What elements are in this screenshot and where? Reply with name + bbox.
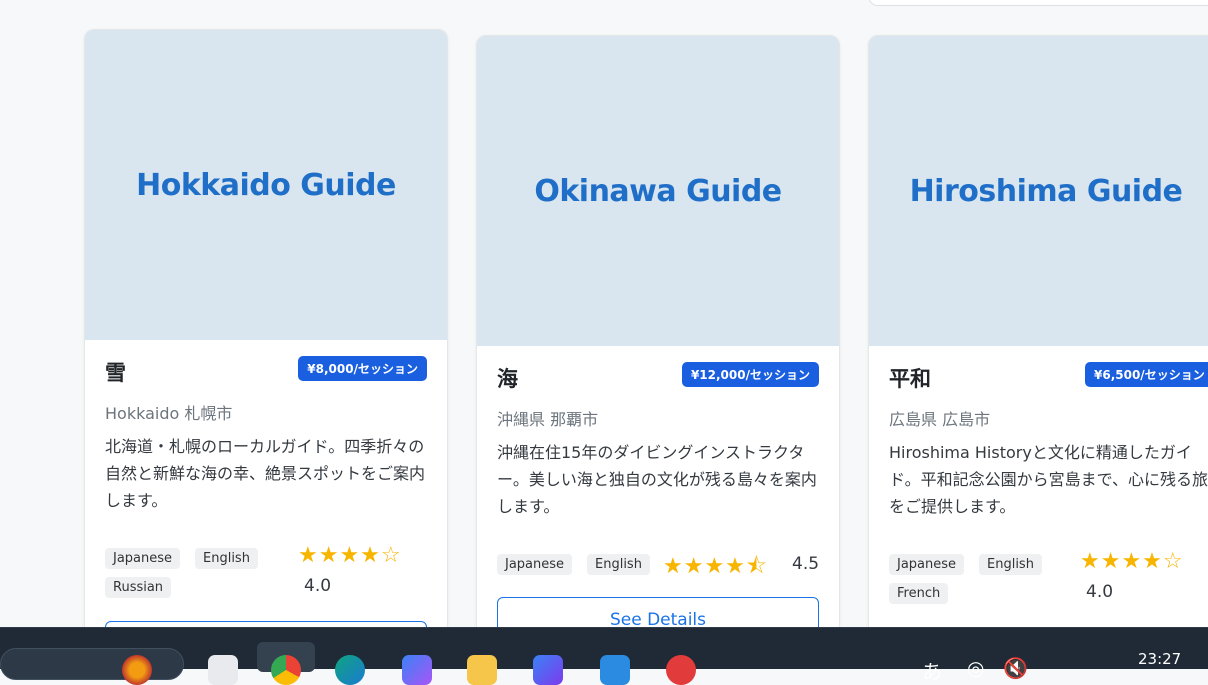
- task-view-icon[interactable]: [208, 655, 238, 685]
- teams-icon[interactable]: [533, 655, 563, 685]
- card-image-title: Hokkaido Guide: [136, 167, 396, 203]
- widget-sun-icon[interactable]: [122, 655, 152, 685]
- rating-value: 4.0: [1086, 582, 1114, 602]
- card-image: Hiroshima Guide: [869, 36, 1208, 346]
- ime-indicator[interactable]: あ: [922, 656, 942, 685]
- price-badge: ¥12,000/セッション: [681, 362, 819, 387]
- rating-value: 4.0: [304, 576, 332, 596]
- guide-location: Hokkaido 札幌市: [105, 404, 233, 423]
- taskbar-search-box[interactable]: [0, 648, 184, 680]
- edge-icon[interactable]: [335, 655, 365, 685]
- language-tag: Russian: [105, 577, 172, 598]
- star-rating-icon: ★★★★☆: [1080, 549, 1184, 574]
- app-red-icon[interactable]: [666, 655, 696, 685]
- card-image-title: Hiroshima Guide: [909, 173, 1183, 209]
- file-explorer-icon[interactable]: [467, 655, 497, 685]
- language-tag: Japanese: [105, 548, 181, 569]
- copilot-icon[interactable]: [402, 655, 432, 685]
- rating-value: 4.5: [792, 554, 820, 574]
- card-image: Okinawa Guide: [477, 36, 839, 346]
- guide-title: 雪: [105, 361, 126, 385]
- card-image: Hokkaido Guide: [85, 30, 447, 340]
- guide-description: Hiroshima Historyと文化に精通したガイド。平和記念公園から宮島ま…: [889, 443, 1208, 516]
- language-tag: English: [587, 554, 650, 575]
- card-image-title: Okinawa Guide: [534, 173, 782, 209]
- chrome-icon[interactable]: [271, 655, 301, 685]
- language-tag: Japanese: [889, 554, 965, 575]
- search-box-edge[interactable]: [868, 0, 1208, 6]
- star-rating-icon: ★★★★☆: [298, 543, 402, 568]
- language-tag: Japanese: [497, 554, 573, 575]
- clock-time[interactable]: 23:27: [1138, 650, 1181, 668]
- guide-location: 沖縄県 那覇市: [497, 410, 599, 429]
- guide-title: 平和: [889, 367, 931, 391]
- vscode-icon[interactable]: [600, 655, 630, 685]
- guide-card-hiroshima[interactable]: Hiroshima Guide 平和 ¥6,500/セッション 広島県 広島市 …: [868, 35, 1208, 657]
- guide-description: 沖縄在住15年のダイビングインストラクター。美しい海と独自の文化が残る島々を案内…: [497, 443, 817, 516]
- language-tag: English: [195, 548, 258, 569]
- guide-description: 北海道・札幌のローカルガイド。四季折々の自然と新鮮な海の幸、絶景スポットをご案内…: [105, 437, 426, 510]
- guide-card-okinawa[interactable]: Okinawa Guide 海 ¥12,000/セッション 沖縄県 那覇市 沖縄…: [476, 35, 840, 657]
- taskbar: あ ◎ 🔇 23:27: [0, 627, 1208, 685]
- star-rating-icon: ★★★★⯪: [663, 554, 768, 579]
- price-badge: ¥6,500/セッション: [1085, 362, 1208, 387]
- language-tag: French: [889, 583, 949, 604]
- guide-location: 広島県 広島市: [889, 410, 991, 429]
- language-tag: English: [979, 554, 1042, 575]
- guide-title: 海: [497, 367, 518, 391]
- network-icon[interactable]: ◎: [967, 656, 984, 680]
- price-badge: ¥8,000/セッション: [298, 356, 427, 381]
- guide-card-hokkaido[interactable]: Hokkaido Guide 雪 ¥8,000/セッション Hokkaido 札…: [84, 29, 448, 651]
- volume-icon[interactable]: 🔇: [1003, 656, 1028, 680]
